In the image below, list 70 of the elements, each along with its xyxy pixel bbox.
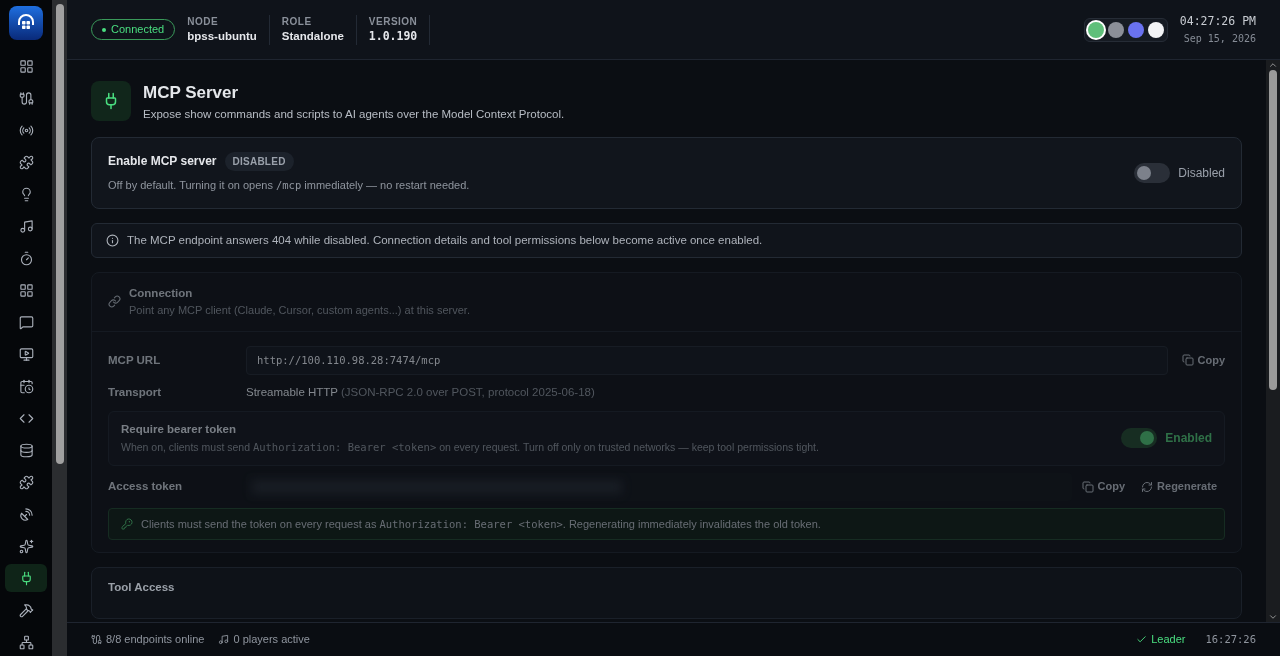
status-time: 16:27:26 [1205,631,1256,647]
info-label: VERSION [368,16,418,29]
hint-text: Clients must send the token on every request as Authorization: Bearer <token>. Regenerating immediately invalidates the old token. [141,516,821,532]
cable-icon [18,90,34,106]
scroll-down-icon [1268,612,1278,622]
puzzle-icon [18,474,34,490]
theme-swatch[interactable] [1127,21,1144,38]
app-logo [9,6,43,40]
cable-icon [91,634,102,645]
copy-button[interactable]: Copy [1081,478,1126,495]
field-label: Access token [108,478,184,494]
setting-title: Enable MCP server [108,153,217,171]
section-subtitle: Point any MCP client (Claude, Cursor, custom agents...) at this server. [129,303,470,318]
key-icon [121,517,133,530]
notice-text: The MCP endpoint answers 404 while disabled. Connection details and tool permissions below become active once enabled. [127,232,763,248]
info-value: bpss-ubuntu [187,28,257,43]
clock-date: Sep 15, 2026 [1183,31,1256,46]
grid-icon [18,282,34,298]
regenerate-button[interactable]: Regenerate [1141,478,1217,495]
hammer-icon [18,602,34,618]
info-label: NODE [187,16,220,29]
copy-icon [1081,480,1094,493]
players-status: 0 players active [218,631,310,648]
info-value: Standalone [281,28,344,43]
info-label: ROLE [281,16,313,29]
satellite-dish-icon [18,506,34,522]
toggle-switch[interactable] [1121,428,1158,448]
sidebar-scrollbar[interactable] [52,0,67,656]
check-icon [1136,634,1148,645]
clock-time: 04:27:26 PM [1179,13,1256,31]
section-title: Tool Access [108,581,175,594]
theme-swatch[interactable] [1107,21,1124,38]
main-scrollbar[interactable] [1266,60,1280,622]
field-label: Transport [108,385,163,401]
url-field[interactable]: http://100.110.98.28:7474/mcp [246,345,1168,376]
sidebar-item[interactable] [5,564,47,592]
transport-value: Streamable HTTP (JSON-RPC 2.0 over POST, protocol 2025-06-18) [246,385,595,401]
page-subtitle: Expose show commands and scripts to AI agents over the Model Context Protocol. [143,106,565,122]
toggle-switch[interactable] [1134,162,1171,183]
puzzle-icon [18,154,34,170]
leader-status: Leader [1136,631,1186,648]
timer-icon [18,250,34,266]
toggle-label: Enabled [1165,430,1212,447]
theme-swatch[interactable] [1087,21,1104,38]
status-badge: DISABLED [224,151,294,171]
toggle-label: Disabled [1178,164,1225,182]
music-note-icon [218,634,230,645]
calendar-clock-icon [18,378,34,394]
scroll-up-icon [1268,60,1278,70]
database-icon [18,442,34,458]
info-value: 1.0.190 [368,28,418,43]
endpoints-status: 8/8 endpoints online [91,631,205,648]
sparkles-icon [18,538,34,554]
info-icon [106,233,119,247]
setting-description: Off by default. Turning it on opens /mcp immediately — no restart needed. [108,177,471,193]
setting-title: Require bearer token [121,421,238,437]
page-title: MCP Server [143,82,240,104]
refresh-icon [1141,480,1154,493]
field-label: MCP URL [108,352,162,368]
music-note-icon [18,218,34,234]
link-icon [108,295,121,309]
monitor-play-icon [18,346,34,362]
chat-bubble-icon [18,314,34,330]
network-icon [18,634,34,650]
section-title: Connection [129,285,194,301]
copy-icon [1181,354,1194,367]
theme-swatch[interactable] [1147,21,1164,38]
grid-icon [18,58,34,74]
setting-description: When on, clients must send Authorization: Bearer <token> on every request. Turn off only on trusted networks — keep tool permissions tight. [121,439,820,455]
copy-button[interactable]: Copy [1181,352,1225,369]
